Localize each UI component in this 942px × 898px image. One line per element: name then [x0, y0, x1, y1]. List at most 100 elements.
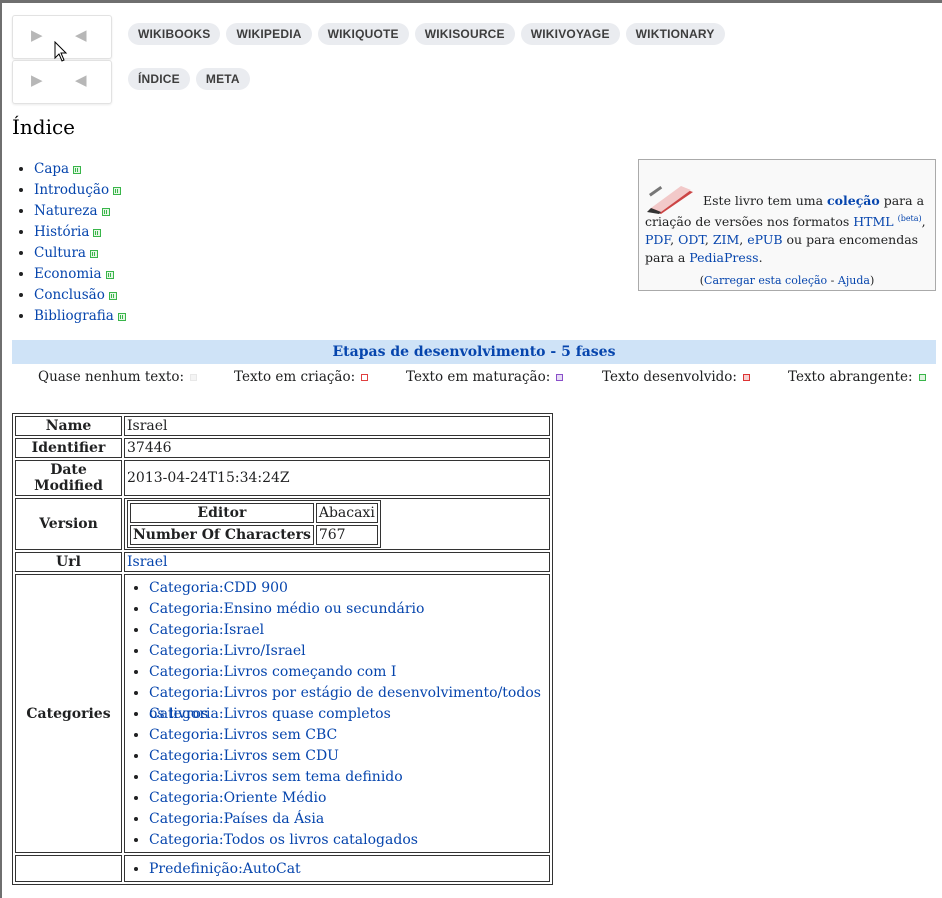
help-link[interactable]: Ajuda	[838, 274, 870, 287]
table-row: Name Israel	[15, 416, 550, 436]
list-item: Categoria:Países da Ásia	[149, 809, 547, 830]
category-link[interactable]: Categoria:Livros começando com I	[149, 664, 396, 680]
toc-link-historia[interactable]: História	[34, 224, 89, 240]
nav-box-bottom: ▶ ◀	[12, 60, 112, 104]
table-row: Version Editor Abacaxi Number Of Charact…	[15, 498, 550, 550]
table-of-contents: Capa Introdução Natureza História Cultur…	[14, 159, 126, 327]
list-item: Categoria:Ensino médio ou secundário	[149, 599, 547, 620]
template-link[interactable]: Predefinição:AutoCat	[149, 861, 301, 877]
category-link[interactable]: Categoria:Livros sem CDU	[149, 748, 339, 764]
odt-link[interactable]: ODT	[678, 232, 705, 247]
link-wikisource[interactable]: WIKISOURCE	[414, 23, 515, 45]
table-row: Categories Categoria:CDD 900 Categoria:E…	[15, 574, 550, 853]
beta-link[interactable]: (beta)	[898, 214, 922, 223]
toc-link-bibliografia[interactable]: Bibliografia	[34, 308, 114, 324]
link-indice[interactable]: ÍNDICE	[128, 68, 190, 90]
stage-label: Quase nenhum texto:	[38, 369, 185, 385]
stage-item: Texto em maturação:	[406, 369, 564, 385]
list-item: Categoria:Livros começando com I	[149, 662, 547, 683]
list-item: Categoria:Todos os livros catalogados	[149, 830, 547, 851]
stage-complete-icon	[73, 165, 82, 174]
version-label: Version	[15, 498, 122, 550]
collection-box: Este livro tem uma coleção para a criaçã…	[638, 159, 936, 291]
zim-link[interactable]: ZIM	[713, 232, 739, 247]
toc-link-conclusao[interactable]: Conclusão	[34, 287, 105, 303]
templates-label	[15, 855, 122, 882]
toc-item: Natureza	[34, 201, 126, 222]
link-wikibooks[interactable]: WIKIBOOKS	[128, 23, 221, 45]
link-wikivoyage[interactable]: WIKIVOYAGE	[520, 23, 620, 45]
characters-label: Number Of Characters	[130, 525, 314, 545]
separator: -	[827, 274, 838, 287]
stage-maturing-icon	[556, 374, 564, 381]
prev-arrow-icon[interactable]: ◀	[75, 71, 87, 89]
project-links-row2: ÍNDICE META	[128, 68, 250, 90]
category-link[interactable]: Categoria:Países da Ásia	[149, 811, 324, 827]
stage-complete-icon	[105, 270, 114, 279]
next-arrow-icon[interactable]: ▶	[31, 26, 43, 44]
toc-link-capa[interactable]: Capa	[34, 161, 69, 177]
pediapress-link[interactable]: PediaPress	[689, 250, 758, 265]
category-link[interactable]: Categoria:Livro/Israel	[149, 643, 306, 659]
categories-value: Categoria:CDD 900 Categoria:Ensino médio…	[124, 574, 550, 853]
link-wiktionary[interactable]: WIKTIONARY	[625, 23, 725, 45]
list-item: Predefinição:AutoCat	[149, 859, 547, 880]
stage-label: Texto desenvolvido:	[602, 369, 737, 385]
toc-link-cultura[interactable]: Cultura	[34, 245, 86, 261]
link-meta[interactable]: META	[195, 68, 250, 90]
characters-value: 767	[315, 525, 378, 545]
next-arrow-icon[interactable]: ▶	[31, 71, 43, 89]
stage-item: Texto abrangente:	[788, 369, 926, 385]
list-item: Categoria:Israel	[149, 620, 547, 641]
epub-link[interactable]: ePUB	[747, 232, 782, 247]
toc-link-introducao[interactable]: Introdução	[34, 182, 109, 198]
stage-complete-icon	[89, 249, 98, 258]
version-value: Editor Abacaxi Number Of Characters 767	[124, 498, 550, 550]
toc-item: História	[34, 222, 126, 243]
toc-link-economia[interactable]: Economia	[34, 266, 102, 282]
category-link[interactable]: Categoria:Oriente Médio	[149, 790, 326, 806]
collection-link[interactable]: coleção	[827, 193, 880, 208]
toc-item: Capa	[34, 159, 126, 180]
project-links-row1: WIKIBOOKS WIKIPEDIA WIKIQUOTE WIKISOURCE…	[128, 23, 725, 45]
category-link[interactable]: Categoria:Livros quase completos	[149, 706, 391, 722]
toc-item: Conclusão	[34, 285, 126, 306]
category-link[interactable]: Categoria:CDD 900	[149, 580, 288, 596]
paren: )	[869, 274, 875, 287]
categories-list: Categoria:CDD 900 Categoria:Ensino médio…	[127, 578, 547, 851]
table-row: Url Israel	[15, 552, 550, 572]
list-item: Categoria:Oriente Médio	[149, 788, 547, 809]
stage-empty-icon	[190, 374, 198, 381]
table-row: Editor Abacaxi	[130, 503, 378, 523]
url-link[interactable]: Israel	[127, 554, 168, 570]
table-row: Number Of Characters 767	[130, 525, 378, 545]
list-item: Categoria:Livros sem CBC	[149, 725, 547, 746]
collection-text-part: Este livro tem uma	[703, 193, 828, 208]
link-wikiquote[interactable]: WIKIQUOTE	[317, 23, 409, 45]
category-link[interactable]: Categoria:Livros sem tema definido	[149, 769, 403, 785]
url-value: Israel	[124, 552, 550, 572]
stage-complete-icon	[108, 291, 117, 300]
list-item: Categoria:Livro/Israel	[149, 641, 547, 662]
list-item: Categoria:Livros por estágio de desenvol…	[149, 683, 547, 722]
html-link[interactable]: HTML	[853, 214, 893, 229]
date-modified-value: 2013-04-24T15:34:24Z	[124, 460, 550, 496]
prev-arrow-icon[interactable]: ◀	[75, 26, 87, 44]
stage-complete-icon	[113, 186, 122, 195]
toc-link-natureza[interactable]: Natureza	[34, 203, 98, 219]
name-value: Israel	[124, 416, 550, 436]
load-collection-link[interactable]: Carregar esta coleção	[704, 274, 827, 287]
url-label: Url	[15, 552, 122, 572]
category-link[interactable]: Categoria:Livros sem CBC	[149, 727, 337, 743]
category-link[interactable]: Categoria:Todos os livros catalogados	[149, 832, 418, 848]
link-wikipedia[interactable]: WIKIPEDIA	[226, 23, 312, 45]
category-link[interactable]: Categoria:Ensino médio ou secundário	[149, 601, 424, 617]
stage-item: Texto em criação:	[234, 369, 369, 385]
page-title: Índice	[12, 115, 76, 139]
stage-item: Quase nenhum texto:	[38, 369, 198, 385]
stage-item: Texto desenvolvido:	[602, 369, 750, 385]
pdf-link[interactable]: PDF	[645, 232, 670, 247]
table-row: Predefinição:AutoCat	[15, 855, 550, 882]
stage-complete-icon	[117, 312, 126, 321]
category-link[interactable]: Categoria:Israel	[149, 622, 264, 638]
